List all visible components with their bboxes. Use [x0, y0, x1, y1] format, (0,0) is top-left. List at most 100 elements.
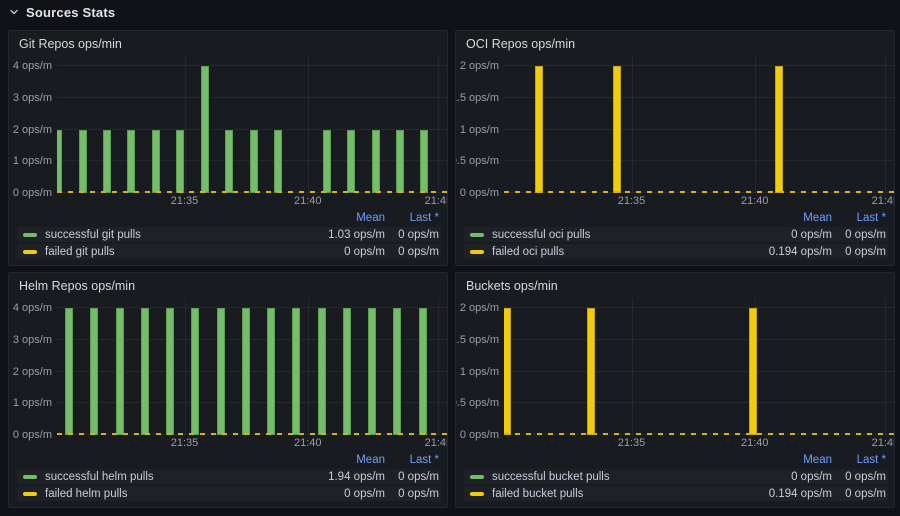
legend-row: successful git pulls 1.03 ops/m 0 ops/m — [17, 227, 441, 242]
data-bar[interactable] — [103, 130, 111, 194]
legend-last-value: 0 ops/m — [385, 488, 441, 500]
panel-title[interactable]: Buckets ops/min — [456, 273, 894, 298]
data-bar[interactable] — [749, 308, 757, 435]
data-bar[interactable] — [225, 130, 233, 194]
data-bar[interactable] — [250, 130, 258, 194]
data-bar[interactable] — [274, 130, 282, 194]
data-bar[interactable] — [292, 308, 300, 435]
legend-mean-header[interactable]: Mean — [293, 454, 385, 466]
time-series-plot[interactable] — [57, 56, 447, 193]
y-tick-label: 1.5 ops/m — [455, 334, 499, 346]
y-tick-label: 4 ops/m — [13, 60, 52, 72]
v-gridline — [755, 56, 756, 193]
data-bar[interactable] — [127, 130, 135, 194]
panel-title[interactable]: OCI Repos ops/min — [456, 31, 894, 56]
legend-header-row: Mean Last * — [464, 452, 888, 467]
x-tick-label: 21:35 — [171, 195, 199, 207]
data-bar[interactable] — [347, 130, 355, 194]
time-series-plot[interactable] — [504, 56, 894, 193]
legend-last-header[interactable]: Last * — [385, 454, 441, 466]
panel-title[interactable]: Helm Repos ops/min — [9, 273, 447, 298]
legend-series-label[interactable]: successful helm pulls — [45, 471, 293, 483]
data-bar[interactable] — [318, 308, 326, 435]
x-tick-label: 21:40 — [741, 195, 769, 207]
data-bar[interactable] — [65, 308, 73, 435]
legend-series-label[interactable]: successful oci pulls — [492, 229, 740, 241]
y-tick-label: 1 ops/m — [460, 124, 499, 136]
data-bar[interactable] — [152, 130, 160, 194]
legend-row: successful helm pulls 1.94 ops/m 0 ops/m — [17, 469, 441, 484]
y-axis: 4 ops/m3 ops/m2 ops/m1 ops/m0 ops/m — [9, 56, 57, 193]
panel-oci-repos: OCI Repos ops/min 2 ops/m1.5 ops/m1 ops/… — [455, 30, 895, 266]
legend-last-value: 0 ops/m — [832, 488, 888, 500]
data-bar[interactable] — [57, 130, 62, 194]
data-bar[interactable] — [587, 308, 595, 435]
series-color-swatch — [470, 492, 484, 496]
legend-series-label[interactable]: successful bucket pulls — [492, 471, 740, 483]
series-color-swatch — [23, 250, 37, 254]
data-bar[interactable] — [323, 130, 331, 194]
y-tick-label: 1.5 ops/m — [455, 92, 499, 104]
data-bar[interactable] — [191, 308, 199, 435]
v-gridline — [185, 56, 186, 193]
data-bar[interactable] — [90, 308, 98, 435]
legend-row: failed helm pulls 0 ops/m 0 ops/m — [17, 486, 441, 501]
x-axis: 21:3521:4021:45 — [504, 435, 894, 452]
panel-title[interactable]: Git Repos ops/min — [9, 31, 447, 56]
time-series-plot[interactable] — [504, 298, 894, 435]
legend-last-header[interactable]: Last * — [832, 454, 888, 466]
legend-mean-header[interactable]: Mean — [740, 212, 832, 224]
data-bar[interactable] — [372, 130, 380, 194]
data-bar[interactable] — [396, 130, 404, 194]
data-bar[interactable] — [141, 308, 149, 435]
data-bar[interactable] — [217, 308, 225, 435]
data-bar[interactable] — [176, 130, 184, 194]
y-tick-label: 2 ops/m — [13, 366, 52, 378]
legend-series-label[interactable]: failed bucket pulls — [492, 488, 740, 500]
x-tick-label: 21:45 — [425, 437, 448, 449]
legend-series-label[interactable]: failed git pulls — [45, 246, 293, 258]
legend-mean-value: 0.194 ops/m — [740, 246, 832, 258]
legend-row: successful oci pulls 0 ops/m 0 ops/m — [464, 227, 888, 242]
legend-last-value: 0 ops/m — [385, 471, 441, 483]
row-title: Sources Stats — [26, 5, 115, 20]
dashboard-row-header[interactable]: Sources Stats — [0, 0, 900, 24]
data-bar[interactable] — [116, 308, 124, 435]
legend-last-header[interactable]: Last * — [832, 212, 888, 224]
legend-mean-value: 0 ops/m — [293, 246, 385, 258]
data-bar[interactable] — [504, 308, 511, 435]
zero-value-dashed-line — [504, 191, 894, 193]
legend-series-label[interactable]: failed oci pulls — [492, 246, 740, 258]
data-bar[interactable] — [613, 66, 621, 193]
legend-mean-value: 1.94 ops/m — [293, 471, 385, 483]
legend-last-value: 0 ops/m — [832, 246, 888, 258]
legend-series-label[interactable]: successful git pulls — [45, 229, 293, 241]
data-bar[interactable] — [419, 308, 427, 435]
data-bar[interactable] — [166, 308, 174, 435]
data-bar[interactable] — [343, 308, 351, 435]
data-bar[interactable] — [420, 130, 428, 194]
y-tick-label: 4 ops/m — [13, 302, 52, 314]
legend-mean-header[interactable]: Mean — [293, 212, 385, 224]
data-bar[interactable] — [201, 66, 209, 193]
legend-series-label[interactable]: failed helm pulls — [45, 488, 293, 500]
y-tick-label: 0 ops/m — [460, 187, 499, 199]
data-bar[interactable] — [393, 308, 401, 435]
data-bar[interactable] — [535, 66, 543, 193]
legend-last-value: 0 ops/m — [832, 229, 888, 241]
data-bar[interactable] — [79, 130, 87, 194]
v-gridline — [438, 298, 439, 435]
data-bar[interactable] — [267, 308, 275, 435]
data-bar[interactable] — [775, 66, 783, 193]
y-axis: 2 ops/m1.5 ops/m1 ops/m0.5 ops/m0 ops/m — [456, 56, 504, 193]
legend-mean-header[interactable]: Mean — [740, 454, 832, 466]
h-gridline — [504, 129, 894, 130]
grafana-dashboard: Sources Stats Git Repos ops/min 4 ops/m3… — [0, 0, 900, 516]
data-bar[interactable] — [242, 308, 250, 435]
x-tick-label: 21:40 — [294, 437, 322, 449]
x-tick-label: 21:35 — [171, 437, 199, 449]
legend-row: successful bucket pulls 0 ops/m 0 ops/m — [464, 469, 888, 484]
legend-last-header[interactable]: Last * — [385, 212, 441, 224]
data-bar[interactable] — [368, 308, 376, 435]
time-series-plot[interactable] — [57, 298, 447, 435]
